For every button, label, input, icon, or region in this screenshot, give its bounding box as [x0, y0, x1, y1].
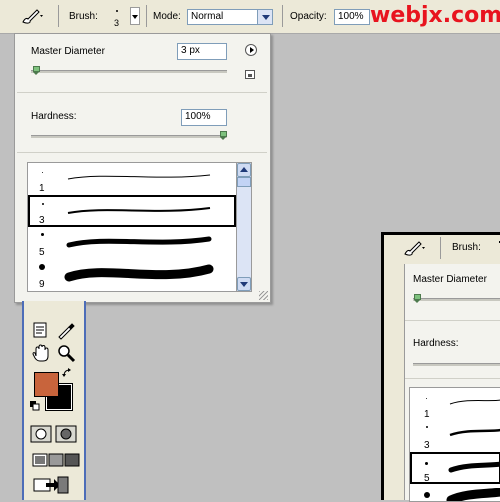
brush-stroke-preview	[448, 461, 500, 473]
scroll-up-button[interactable]	[237, 163, 251, 177]
brush-preset-item-partial[interactable]	[410, 484, 500, 501]
save-preset-icon-mark	[248, 74, 252, 77]
scrollbar-thumb[interactable]	[237, 177, 251, 187]
options-bar: Brush: 3 Mode: Normal Opacity: 100% webj…	[0, 0, 500, 34]
quick-mask-icon[interactable]	[55, 423, 77, 445]
master-diameter-slider[interactable]	[413, 298, 500, 301]
brush-tip-preview	[41, 233, 44, 236]
master-diameter-field[interactable]: 3 px	[177, 43, 227, 60]
brush-size-value: 3	[114, 18, 120, 28]
brush-stroke-preview	[67, 207, 211, 214]
opacity-value: 100%	[338, 11, 364, 22]
brush-preset-picker[interactable]: 3	[108, 6, 128, 28]
brush-preset-list: 1 3 5 9	[27, 162, 237, 292]
mode-value: Normal	[191, 11, 224, 22]
brush-tip-preview	[424, 492, 430, 498]
brush-size-label: 5	[39, 247, 45, 258]
brush-preset-panel: Master Diameter 3 px Hardness: 100% 1 3 …	[14, 33, 271, 303]
brush-size-label: 9	[39, 279, 45, 290]
hardness-label: Hardness:	[31, 111, 77, 122]
eyedropper-icon[interactable]	[55, 319, 77, 341]
hardness-slider-thumb[interactable]	[220, 131, 227, 140]
opacity-field[interactable]: 100%	[334, 9, 370, 25]
brush-tip-preview	[39, 264, 45, 270]
brush-size-label: 3	[424, 440, 430, 451]
brush-icon[interactable]	[20, 7, 44, 25]
master-diameter-value: 3 px	[181, 45, 200, 56]
second-window-brush-list: 1 3 5	[409, 387, 500, 502]
brush-label: Brush:	[69, 11, 98, 22]
resize-grip[interactable]	[259, 291, 268, 300]
brush-preset-item[interactable]: 1	[28, 163, 236, 195]
triangle-right-icon	[250, 47, 254, 53]
foreground-color-swatch[interactable]	[34, 372, 59, 397]
brush-stroke-preview	[449, 428, 500, 437]
default-colors-icon[interactable]	[30, 401, 40, 411]
brush-preset-item[interactable]: 9	[28, 259, 236, 291]
hand-icon[interactable]	[30, 342, 52, 364]
divider	[17, 92, 267, 93]
brush-stroke-preview	[449, 399, 500, 405]
hardness-label: Hardness:	[413, 338, 459, 349]
brush-tip-preview	[426, 398, 427, 399]
mode-label: Mode:	[153, 11, 181, 22]
save-preset-icon[interactable]	[245, 70, 255, 79]
hardness-field[interactable]: 100%	[181, 109, 227, 126]
master-diameter-slider-thumb[interactable]	[414, 294, 421, 303]
brush-preset-item[interactable]: 5	[28, 227, 236, 259]
brush-preset-dropdown[interactable]	[130, 7, 140, 25]
hardness-slider[interactable]	[31, 135, 227, 138]
mode-dropdown-arrow[interactable]	[257, 9, 273, 25]
panel-menu-button[interactable]	[245, 44, 257, 56]
notes-icon[interactable]	[30, 319, 52, 341]
divider	[405, 378, 500, 379]
hardness-value: 100%	[185, 111, 211, 122]
toolbox	[22, 301, 86, 500]
brush-tip-preview	[42, 172, 43, 173]
full-screen-mode-icon[interactable]	[62, 449, 84, 471]
brush-size-label: 1	[424, 409, 430, 420]
brush-preset-item[interactable]: 1	[410, 388, 500, 420]
standard-mode-icon[interactable]	[30, 423, 52, 445]
master-diameter-slider-thumb[interactable]	[32, 66, 40, 75]
brush-preview-dot	[116, 10, 118, 12]
brush-size-label: 1	[39, 183, 45, 194]
brush-label: Brush:	[452, 242, 481, 253]
scroll-down-button[interactable]	[237, 277, 251, 291]
divider	[405, 320, 500, 321]
master-diameter-label: Master Diameter	[31, 46, 105, 57]
brush-preset-item[interactable]: 5	[410, 452, 500, 484]
brush-list-scrollbar[interactable]	[236, 162, 252, 292]
brush-size-label: 3	[39, 215, 45, 226]
brush-stroke-preview	[64, 264, 214, 282]
brush-tip-preview	[425, 462, 428, 465]
master-diameter-slider[interactable]	[31, 70, 227, 73]
brush-size-label: 5	[424, 473, 430, 484]
opacity-label: Opacity:	[290, 11, 327, 22]
watermark: webjx.com	[370, 3, 500, 28]
hardness-slider[interactable]	[413, 363, 500, 366]
switch-colors-icon[interactable]	[62, 368, 72, 378]
brush-stroke-preview	[67, 174, 211, 180]
zoom-icon[interactable]	[55, 342, 77, 364]
brush-preset-item[interactable]: 3	[410, 420, 500, 452]
brush-tip-preview	[426, 426, 428, 428]
jump-to-imageready-icon[interactable]	[32, 473, 72, 495]
brush-tip-preview	[42, 203, 44, 205]
divider	[17, 152, 267, 153]
brush-icon[interactable]	[402, 239, 426, 257]
master-diameter-label: Master Diameter	[413, 274, 487, 285]
brush-stroke-preview	[66, 236, 212, 248]
brush-preset-item[interactable]: 3	[28, 195, 236, 227]
